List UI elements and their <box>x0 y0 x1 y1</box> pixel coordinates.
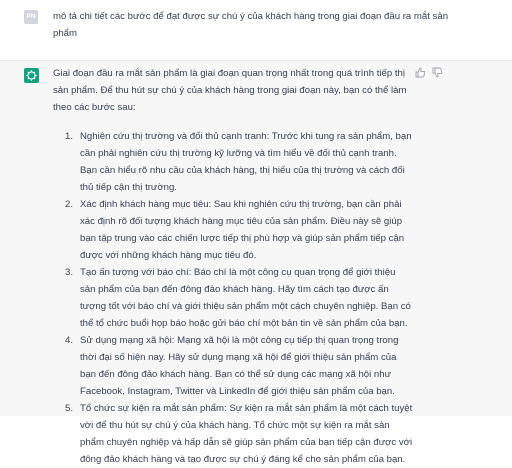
list-item: 4. Sử dụng mạng xã hội: Mạng xã hội là m… <box>53 332 413 400</box>
step-text: Nghiên cứu thị trường và đối thủ cạnh tr… <box>80 131 412 193</box>
assistant-message-text: Giai đoạn đầu ra mắt sản phẩm là giai đo… <box>53 65 413 468</box>
list-item: 3. Tạo ấn tượng với báo chí: Báo chí là … <box>53 264 413 332</box>
step-text: Tổ chức sự kiện ra mắt sản phẩm: Sự kiện… <box>80 403 413 465</box>
list-item: 5. Tổ chức sự kiện ra mắt sản phẩm: Sự k… <box>53 400 413 468</box>
thumbs-up-icon[interactable] <box>415 67 426 78</box>
step-number: 3. <box>64 267 73 278</box>
step-text: Tạo ấn tượng với báo chí: Báo chí là một… <box>80 267 411 329</box>
list-item: 2. Xác định khách hàng mục tiêu: Sau khi… <box>53 196 413 264</box>
step-number: 1. <box>64 131 73 142</box>
assistant-intro: Giai đoạn đầu ra mắt sản phẩm là giai đo… <box>53 68 407 113</box>
steps-list: 1. Nghiên cứu thị trường và đối thủ cạnh… <box>53 128 413 468</box>
thumbs-down-icon[interactable] <box>432 67 443 78</box>
feedback-buttons <box>415 67 443 79</box>
user-message-row: PN mô tả chi tiết các bước để đạt được s… <box>0 0 512 61</box>
step-text: Sử dụng mạng xã hội: Mạng xã hội là một … <box>80 335 399 397</box>
list-item: 1. Nghiên cứu thị trường và đối thủ cạnh… <box>53 128 413 196</box>
step-number: 2. <box>64 199 73 210</box>
openai-logo-icon <box>24 68 39 83</box>
step-text: Xác định khách hàng mục tiêu: Sau khi ng… <box>80 199 405 261</box>
user-message-text: mô tả chi tiết các bước để đạt được sự c… <box>53 11 449 39</box>
assistant-message-row: Giai đoạn đầu ra mắt sản phẩm là giai đo… <box>0 61 512 465</box>
step-number: 5. <box>64 403 73 414</box>
step-number: 4. <box>64 335 73 346</box>
user-avatar: PN <box>24 10 38 24</box>
